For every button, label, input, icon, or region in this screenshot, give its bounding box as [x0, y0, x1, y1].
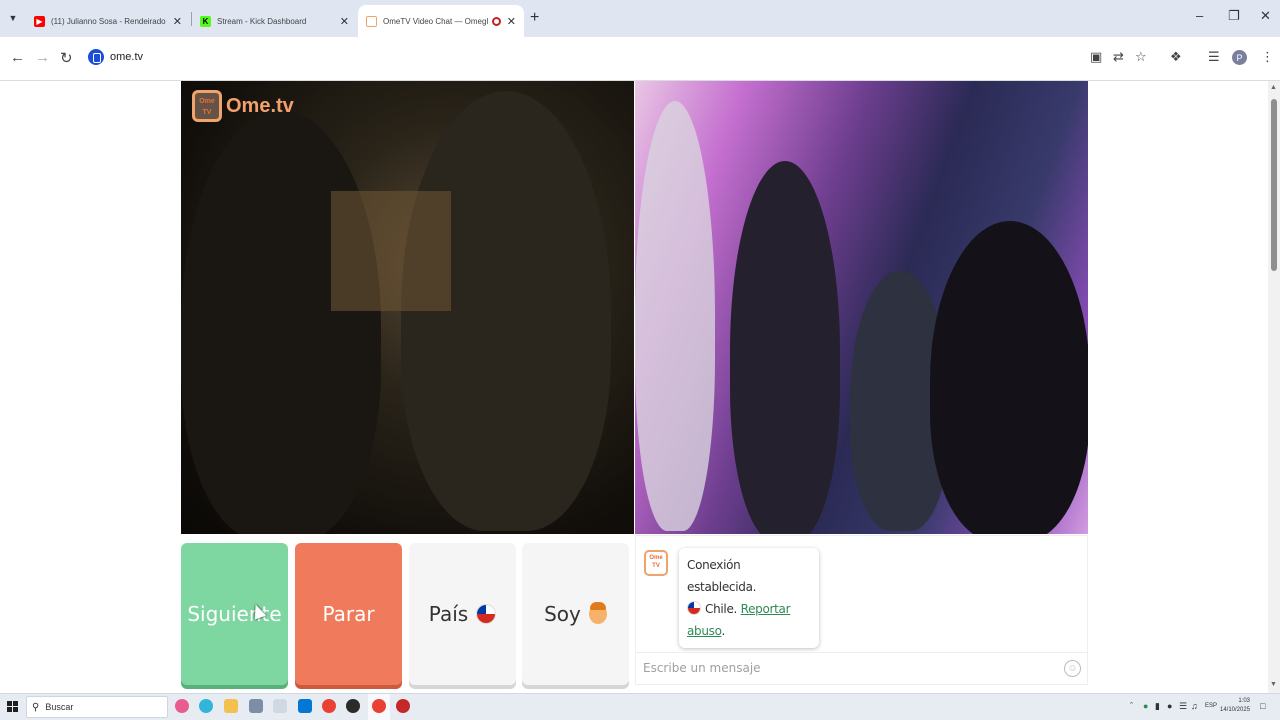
country-name: Chile.: [705, 602, 738, 616]
system-message-bubble: Conexión establecida. Chile. Reportar ab…: [679, 548, 819, 648]
ometv-favicon-icon: [366, 15, 377, 27]
ometv-chat-logo-icon: Ome TV: [644, 550, 668, 576]
close-tab-icon[interactable]: ✕: [340, 15, 349, 28]
browser-toolbar: ← → ↻ ome.tv ▣ ⇄ ☆ ❖ ☰ P ⋮: [0, 37, 1280, 81]
recording-icon: [491, 16, 501, 26]
connection-message: Conexión establecida.: [687, 558, 757, 594]
country-button[interactable]: País: [409, 543, 516, 685]
browser-tab-strip: ▼ ▶ (11) Julianno Sosa - Rendeirado (Víd…: [0, 0, 1280, 37]
next-button[interactable]: Siguiente: [181, 543, 288, 685]
page-scrollbar[interactable]: ▲ ▼: [1268, 81, 1280, 693]
chat-input-area: ☺: [636, 652, 1087, 685]
recording-app-icon[interactable]: [396, 699, 410, 713]
browser-menu-icon[interactable]: ⋮: [1261, 49, 1274, 65]
microphone-icon[interactable]: ●: [1167, 701, 1172, 711]
minimize-icon[interactable]: –: [1196, 8, 1203, 23]
translate-icon[interactable]: ⇄: [1113, 49, 1124, 65]
report-suffix: .: [721, 624, 725, 638]
person-silhouette: [635, 101, 715, 531]
file-explorer-icon[interactable]: [224, 699, 238, 713]
close-tab-icon[interactable]: ✕: [507, 15, 516, 28]
taskbar-search-box[interactable]: ⚲ Buscar: [26, 696, 168, 718]
tray-battery-icon[interactable]: ▮: [1155, 701, 1160, 712]
tab-kick[interactable]: K Stream - Kick Dashboard ✕: [192, 5, 357, 37]
ometv-logo[interactable]: Ome TV Ome.tv: [192, 90, 294, 122]
local-video-feed: [181, 81, 634, 534]
profile-avatar[interactable]: P: [1232, 50, 1247, 65]
install-app-icon[interactable]: ▣: [1090, 49, 1102, 65]
person-silhouette: [930, 221, 1088, 534]
tab-search-chevron-icon[interactable]: ▼: [4, 9, 22, 27]
clock-date: 14/10/2025: [1220, 707, 1251, 713]
new-tab-button[interactable]: +: [530, 9, 539, 27]
obs-app-icon[interactable]: [346, 699, 360, 713]
person-silhouette: [401, 91, 611, 531]
chat-panel: Ome TV Conexión establecida. Chile. Repo…: [635, 535, 1088, 685]
tab-title: Stream - Kick Dashboard: [217, 16, 307, 26]
report-abuse-link[interactable]: Reportar abuso: [687, 602, 791, 638]
tab-youtube[interactable]: ▶ (11) Julianno Sosa - Rendeirado (Vídeo…: [26, 5, 190, 37]
ometv-logo-box: Ome TV: [192, 90, 222, 122]
media-control-icon[interactable]: ☰: [1208, 49, 1220, 65]
chile-flag-icon: [476, 604, 497, 624]
site-info-icon[interactable]: [88, 49, 104, 65]
chile-flag-icon: [687, 601, 701, 615]
extensions-icon[interactable]: ❖: [1170, 49, 1182, 65]
reload-icon[interactable]: ↻: [60, 49, 73, 67]
calculator-app-icon[interactable]: [249, 699, 263, 713]
close-tab-icon[interactable]: ✕: [173, 15, 182, 28]
tray-app-icon[interactable]: ●: [1143, 701, 1148, 711]
volume-icon[interactable]: ♫: [1191, 701, 1198, 711]
scrollbar-thumb[interactable]: [1271, 99, 1277, 271]
gender-button-label: Soy: [544, 602, 581, 626]
scroll-down-arrow-icon[interactable]: ▼: [1270, 681, 1277, 688]
clock-time: 1:03: [1238, 698, 1251, 704]
close-window-icon[interactable]: ✕: [1260, 8, 1271, 24]
country-line: Chile. Reportar abuso.: [687, 598, 811, 642]
chrome-app-icon[interactable]: [322, 699, 336, 713]
forward-arrow-icon[interactable]: →: [35, 49, 50, 66]
back-arrow-icon[interactable]: ←: [10, 49, 25, 66]
stop-button-label: Parar: [322, 602, 375, 626]
building-background: [331, 191, 451, 311]
chrome-active-app-icon[interactable]: [372, 699, 386, 713]
bookmark-star-icon[interactable]: ☆: [1135, 49, 1147, 65]
windows-taskbar: ⚲ Buscar ˆ ● ▮ ● ☰ ♫ ESP 1:03 14/10/2025…: [0, 693, 1280, 720]
copilot-app-icon[interactable]: [175, 699, 189, 713]
next-button-label: Siguiente: [187, 602, 282, 626]
network-icon[interactable]: ☰: [1179, 701, 1187, 712]
chat-message-input[interactable]: [643, 661, 1043, 675]
ometv-logo-text: Ome.tv: [226, 94, 294, 117]
scroll-up-arrow-icon[interactable]: ▲: [1270, 84, 1277, 91]
remote-video-feed: [635, 81, 1088, 534]
country-button-label: País: [428, 602, 469, 626]
tray-overflow-icon[interactable]: ˆ: [1130, 701, 1133, 711]
tab-title: (11) Julianno Sosa - Rendeirado (Vídeo O…: [51, 16, 167, 26]
tab-title: OmeTV Video Chat — Omegle Rand: [383, 16, 488, 26]
restore-icon[interactable]: ❐: [1228, 8, 1240, 24]
boy-face-icon: [588, 602, 607, 624]
tab-ometv[interactable]: OmeTV Video Chat — Omegle Rand ✕: [358, 5, 524, 37]
snipping-tool-icon[interactable]: [273, 699, 287, 713]
address-bar-url[interactable]: ome.tv: [110, 51, 143, 63]
search-icon: ⚲: [32, 701, 40, 713]
taskbar-search-placeholder: Buscar: [45, 702, 74, 712]
windows-start-icon[interactable]: [7, 701, 18, 712]
notifications-icon[interactable]: □: [1260, 701, 1265, 711]
vscode-app-icon[interactable]: [298, 699, 312, 713]
stop-button[interactable]: Parar: [295, 543, 402, 685]
person-silhouette: [181, 111, 381, 534]
edge-app-icon[interactable]: [199, 699, 213, 713]
keyboard-language[interactable]: ESP: [1205, 703, 1217, 709]
kick-favicon-icon: K: [200, 15, 211, 27]
youtube-favicon-icon: ▶: [34, 15, 45, 27]
emoji-icon[interactable]: ☺: [1064, 660, 1081, 677]
person-silhouette: [730, 161, 840, 534]
gender-button[interactable]: Soy: [522, 543, 629, 685]
system-clock[interactable]: 1:03 14/10/2025: [1220, 697, 1250, 715]
